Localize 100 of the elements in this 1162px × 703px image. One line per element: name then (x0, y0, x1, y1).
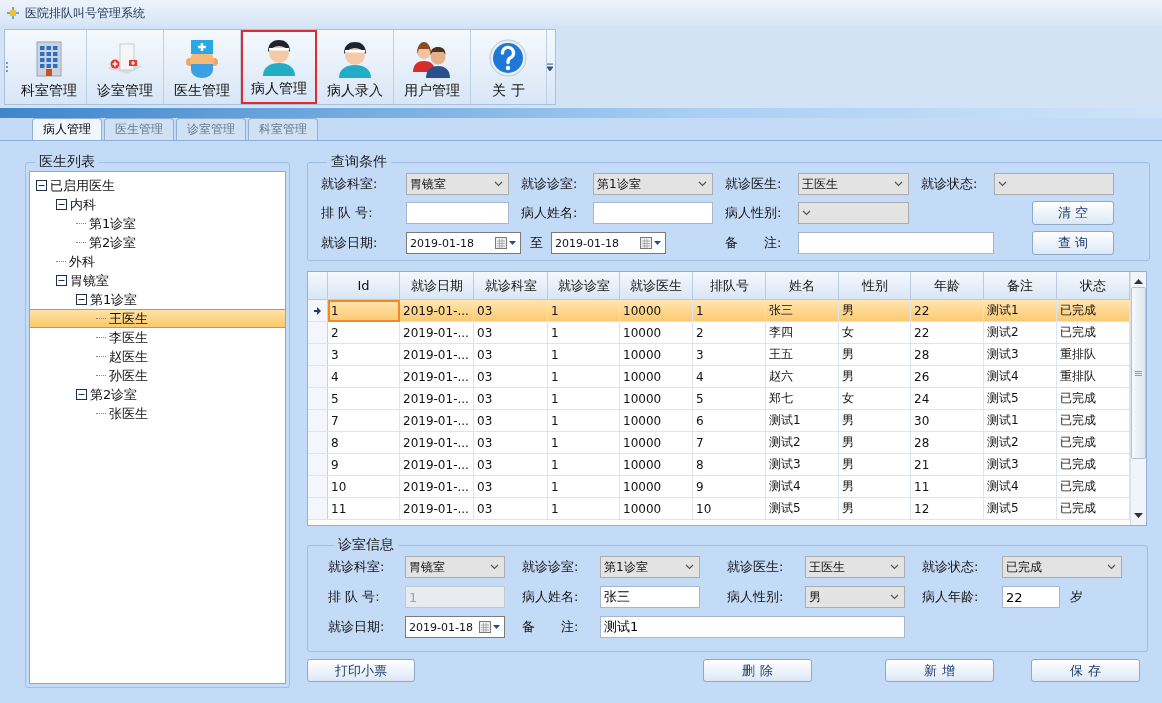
tab[interactable]: 科室管理 (248, 118, 318, 140)
tree-item[interactable]: 胃镜室 (30, 271, 285, 290)
calendar-icon[interactable] (479, 621, 501, 633)
column-header[interactable]: 性别 (839, 272, 911, 300)
column-header[interactable]: 就诊诊室 (548, 272, 620, 300)
table-cell: 10000 (620, 454, 693, 476)
table-cell: 1 (548, 476, 620, 498)
tree-item[interactable]: 王医生 (30, 309, 285, 328)
tree-item[interactable]: 张医生 (30, 404, 285, 423)
chevron-icon (698, 181, 707, 187)
toolbar-button[interactable]: 病人管理 (240, 30, 318, 104)
tab[interactable]: 诊室管理 (176, 118, 246, 140)
table-cell: 5 (693, 388, 766, 410)
table-cell: 女 (839, 388, 911, 410)
dropdown[interactable]: 已完成 (1002, 556, 1122, 578)
chevron-icon (494, 181, 503, 187)
toolbar-button[interactable]: 诊室管理 (87, 30, 165, 104)
scroll-thumb[interactable] (1131, 287, 1146, 459)
calendar-icon[interactable] (495, 237, 517, 249)
table-cell: 10000 (620, 344, 693, 366)
tab[interactable]: 医生管理 (104, 118, 174, 140)
field-label: 至 (530, 234, 543, 252)
grip-icon[interactable] (5, 61, 11, 73)
date-picker[interactable]: 2019-01-18 (406, 232, 521, 254)
tree-item[interactable]: 第1诊室 (30, 214, 285, 233)
action-button[interactable]: 删 除 (703, 659, 812, 682)
field-label: 排 队 号: (321, 204, 374, 222)
tab[interactable]: 病人管理 (32, 118, 102, 140)
dropdown[interactable]: 胃镜室 (405, 556, 505, 578)
panel-title: 查询条件 (330, 153, 388, 171)
dropdown[interactable]: 男 (805, 586, 905, 608)
column-header[interactable]: 状态 (1057, 272, 1130, 300)
text-field[interactable]: 张三 (600, 586, 700, 608)
overflow-icon[interactable] (547, 62, 553, 72)
expander-icon[interactable] (56, 199, 67, 210)
toolbar-button[interactable]: 病人录入 (317, 30, 394, 104)
tree-item-label: 第1诊室 (89, 214, 137, 233)
expander-icon[interactable] (56, 275, 67, 286)
date-picker[interactable]: 2019-01-18 (551, 232, 666, 254)
text-field[interactable] (798, 232, 994, 254)
table-cell: 1 (328, 300, 400, 322)
table-cell: 4 (328, 366, 400, 388)
tree-item[interactable]: 第1诊室 (30, 290, 285, 309)
column-header[interactable]: 排队号 (693, 272, 766, 300)
tree-item-label: 已启用医生 (50, 176, 115, 195)
text-field[interactable]: 测试1 (600, 616, 905, 638)
expander-icon[interactable] (76, 389, 87, 400)
tree-item[interactable]: 孙医生 (30, 366, 285, 385)
text-field[interactable] (593, 202, 713, 224)
table-cell: 2019-01-... (400, 410, 474, 432)
scroll-down-icon[interactable] (1134, 513, 1143, 519)
action-button[interactable]: 清 空 (1032, 201, 1114, 225)
column-header[interactable]: Id (328, 272, 400, 300)
scroll-up-icon[interactable] (1134, 278, 1143, 284)
dropdown[interactable] (798, 202, 909, 224)
text-field[interactable]: 22 (1002, 586, 1060, 608)
table-cell: 男 (839, 454, 911, 476)
column-header[interactable]: 就诊科室 (474, 272, 548, 300)
expander-icon[interactable] (36, 180, 47, 191)
toolbar-button[interactable]: 用户管理 (393, 30, 471, 104)
toolbar-button[interactable]: 医生管理 (164, 30, 241, 104)
column-header[interactable]: 姓名 (766, 272, 839, 300)
table-cell: 测试5 (984, 388, 1057, 410)
dropdown[interactable]: 王医生 (798, 173, 909, 195)
text-field[interactable] (406, 202, 509, 224)
action-button[interactable]: 新 增 (885, 659, 994, 682)
column-header[interactable]: 备注 (984, 272, 1057, 300)
action-button[interactable]: 打印小票 (307, 659, 415, 682)
column-header[interactable]: 就诊日期 (400, 272, 474, 300)
tree-item[interactable]: 外科 (30, 252, 285, 271)
action-button[interactable]: 保 存 (1031, 659, 1140, 682)
table-cell: 郑七 (766, 388, 839, 410)
dropdown[interactable]: 胃镜室 (406, 173, 509, 195)
tree-item[interactable]: 第2诊室 (30, 385, 285, 404)
dropdown[interactable]: 第1诊室 (593, 173, 713, 195)
table-cell: 10000 (620, 388, 693, 410)
tree-item[interactable]: 内科 (30, 195, 285, 214)
row-header[interactable] (308, 300, 328, 322)
table-cell: 12 (911, 498, 984, 520)
dropdown[interactable] (994, 173, 1114, 195)
column-header[interactable]: 年龄 (911, 272, 984, 300)
current-row-icon (314, 306, 321, 315)
tree-item[interactable]: 已启用医生 (30, 176, 285, 195)
table-cell: 2019-01-... (400, 388, 474, 410)
scrollbar[interactable] (1130, 272, 1146, 525)
dropdown[interactable]: 第1诊室 (600, 556, 700, 578)
tree-item[interactable]: 第2诊室 (30, 233, 285, 252)
tree-item[interactable]: 李医生 (30, 328, 285, 347)
column-header[interactable]: 就诊医生 (620, 272, 693, 300)
expander-icon[interactable] (76, 294, 87, 305)
action-button[interactable]: 查 询 (1032, 231, 1114, 255)
window-title: 医院排队叫号管理系统 (25, 4, 145, 22)
calendar-icon[interactable] (640, 237, 662, 249)
toolbar-button[interactable]: 科室管理 (10, 30, 88, 104)
toolbar-button[interactable]: 关 于 (470, 30, 548, 104)
date-picker[interactable]: 2019-01-18 (405, 616, 505, 638)
tree-item[interactable]: 赵医生 (30, 347, 285, 366)
tree-item-label: 内科 (70, 195, 96, 214)
field-label: 病人姓名: (522, 588, 580, 606)
dropdown[interactable]: 王医生 (805, 556, 905, 578)
